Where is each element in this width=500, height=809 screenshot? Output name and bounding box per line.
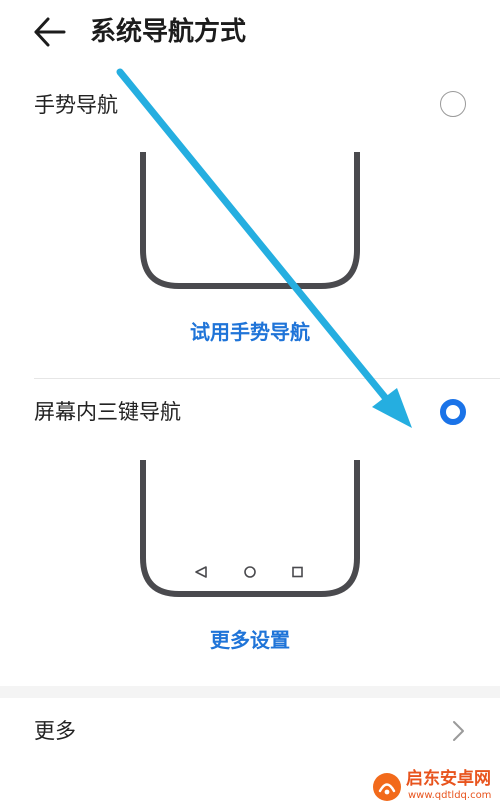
option-gesture-label[interactable]: 手势导航: [34, 90, 118, 120]
back-button[interactable]: [28, 14, 70, 50]
square-recent-icon: [292, 566, 303, 578]
more-label: 更多: [34, 719, 76, 743]
watermark-name: 启东安卓网: [406, 769, 491, 789]
divider: [34, 378, 500, 379]
radio-three-key[interactable]: [440, 399, 466, 425]
more-settings-link[interactable]: 更多设置: [150, 626, 350, 654]
header: 系统导航方式: [0, 0, 500, 66]
more-row[interactable]: 更多: [0, 698, 500, 764]
three-key-preview-illustration: [140, 460, 360, 597]
circle-home-icon: [244, 566, 256, 578]
chevron-right-icon: [453, 721, 464, 741]
arrow-left-icon: [34, 17, 66, 47]
option-three-key-label[interactable]: 屏幕内三键导航: [34, 397, 181, 427]
watermark: 启东安卓网 www.qdtldq.com: [372, 768, 498, 806]
watermark-logo-icon: [373, 773, 401, 801]
watermark-url: www.qdtldq.com: [408, 790, 492, 801]
gesture-preview-illustration: [140, 152, 360, 289]
page-title: 系统导航方式: [90, 17, 247, 47]
try-gesture-link[interactable]: 试用手势导航: [150, 318, 350, 346]
section-separator: [0, 686, 500, 698]
triangle-back-icon: [195, 566, 207, 578]
radio-gesture[interactable]: [440, 91, 466, 117]
